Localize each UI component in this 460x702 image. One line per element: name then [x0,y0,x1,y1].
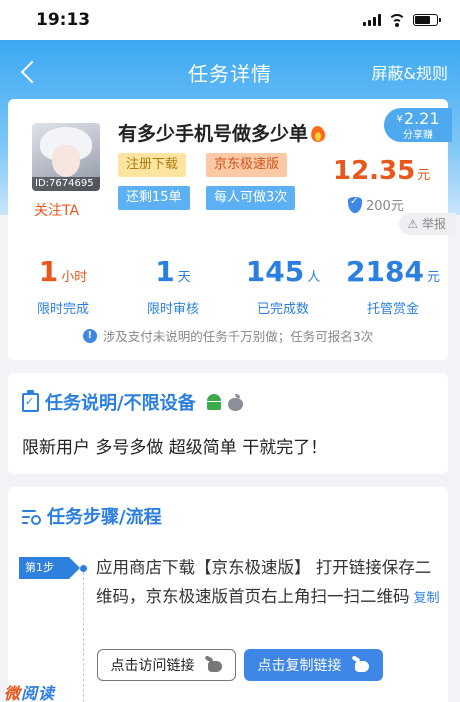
fire-icon [310,123,326,143]
shield-icon [348,196,362,213]
clipboard-check-icon [22,389,39,412]
stat-completed-count: 145 人 已完成数 [245,255,321,317]
task-info-card: ID:7674695 关注TA 有多少手机号做多少单 注册下载 京东极速版 还剩… [8,99,456,360]
avatar[interactable]: ID:7674695 [32,123,100,191]
list-search-icon [22,508,41,525]
block-rules-link[interactable]: 屏蔽&规则 [372,60,448,84]
status-bar: 19:13 [0,0,460,40]
report-button[interactable]: ⚠ 举报 [399,213,456,235]
follow-button[interactable]: 关注TA [34,200,79,220]
copy-text-link[interactable]: 复制 [414,591,440,606]
share-earn-badge[interactable]: ¥2.21 分享赚 [384,108,452,142]
step-text: 应用商店下载【京东极速版】 打开链接保存二维码，京东极速版首页右上角扫一扫二维码… [96,558,440,606]
apple-icon [227,393,243,411]
chevron-left-icon [20,60,44,84]
stat-complete-time: 1 小时 限时完成 [36,255,89,317]
status-icons [363,13,441,27]
nav-bar: 任务详情 屏蔽&规则 [0,40,460,104]
task-stats: 1 小时 限时完成 1天 限时审核 145 人 已完成数 2184 元 托管赏金 [8,255,448,317]
battery-icon [413,14,441,26]
signal-icon [363,14,381,26]
description-title: 任务说明/不限设备 [22,389,243,415]
step-dot [80,565,87,572]
step-badge: 第1步 [19,557,80,579]
copy-link-button[interactable]: 点击复制链接 [244,649,383,681]
steps-title: 任务步骤/流程 [22,503,162,529]
avatar-id: ID:7674695 [32,177,100,191]
watermark-logo: 微阅读 [4,684,56,702]
description-text: 限新用户 多号多做 超级简单 干就完了！ [22,438,328,458]
deposit: 200元 [348,195,404,214]
tag-type: 注册下载 [118,153,187,177]
back-button[interactable] [10,54,46,90]
wifi-icon [388,13,406,27]
task-title: 有多少手机号做多少单 [118,119,326,146]
status-time: 19:13 [36,10,91,30]
visit-link-button[interactable]: 点击访问链接 [97,649,236,681]
page-title: 任务详情 [188,61,272,86]
info-icon: ! [82,328,97,343]
android-icon [206,394,222,410]
hand-pointer-icon [205,657,223,673]
stat-review-time: 1天 限时审核 [146,255,199,317]
step-timeline [83,572,84,702]
task-steps-card: 任务步骤/流程 第1步 应用商店下载【京东极速版】 打开链接保存二维码，京东极速… [8,487,448,702]
tag-app: 京东极速版 [206,153,288,177]
hand-pointer-icon [352,657,370,673]
task-price: 12.35 元 [333,156,431,186]
notice: ! 涉及支付未说明的任务千万别做；任务可报名3次 [8,326,448,345]
task-description-card: 任务说明/不限设备 限新用户 多号多做 超级简单 干就完了！ [8,373,448,474]
tag-remaining: 还剩15单 [118,186,190,210]
stat-escrow-reward: 2184 元 托管赏金 [346,255,440,317]
tag-limit: 每人可做3次 [206,186,296,210]
